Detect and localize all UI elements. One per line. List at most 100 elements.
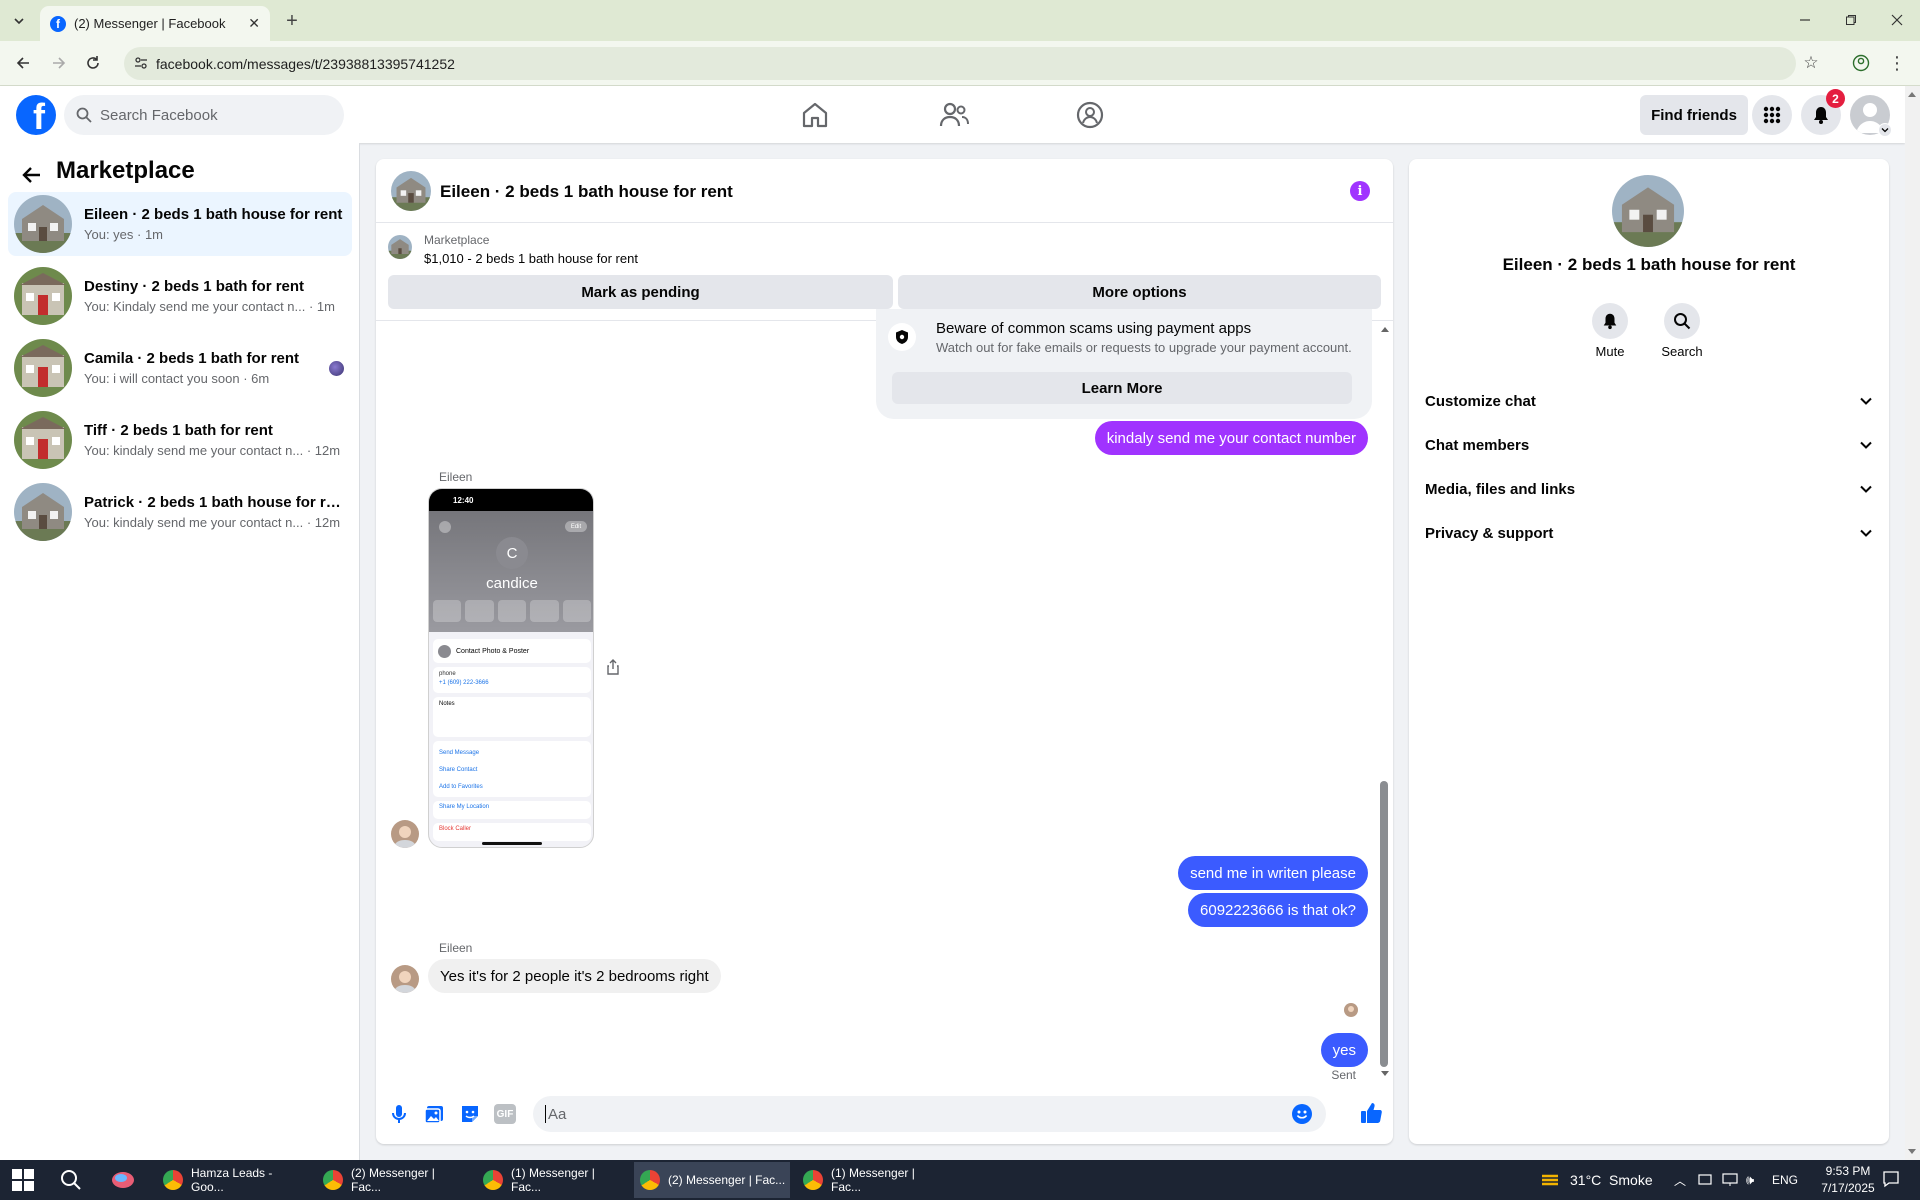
sender-name: Eileen <box>439 470 473 484</box>
url-text: facebook.com/messages/t/2393881339574125… <box>156 55 455 72</box>
notification-count-badge: 2 <box>1826 89 1845 108</box>
notification-center-icon[interactable] <box>1882 1170 1900 1188</box>
learn-more-button[interactable]: Learn More <box>892 372 1352 404</box>
conversation-item-destiny[interactable]: Destiny · 2 beds 1 bath for rent You: Ki… <box>8 264 352 328</box>
taskbar-search-icon[interactable] <box>60 1169 82 1191</box>
restore-icon[interactable] <box>1836 8 1866 32</box>
find-friends-button[interactable]: Find friends <box>1640 95 1748 135</box>
media-files-links-section[interactable]: Media, files and links <box>1425 469 1873 509</box>
chat-details-panel: Eileen · 2 beds 1 bath house for rent Mu… <box>1409 159 1889 1144</box>
message-input[interactable]: Aa <box>533 1096 1326 1132</box>
contact-screenshot-image[interactable]: 12:40 Edit C candice Contact Photo & Pos… <box>428 488 594 848</box>
message-bubble-received[interactable]: Yes it's for 2 people it's 2 bedrooms ri… <box>428 959 721 993</box>
like-thumb-icon[interactable] <box>1359 1101 1383 1125</box>
message-bubble-sent[interactable]: yes <box>1320 1033 1368 1067</box>
mark-as-pending-button[interactable]: Mark as pending <box>388 275 893 309</box>
tray-device-icon[interactable] <box>1698 1173 1712 1187</box>
page-scrollbar[interactable] <box>1905 86 1920 1160</box>
chat-panel: Eileen · 2 beds 1 bath house for rent i … <box>376 159 1393 1144</box>
taskbar-item-active[interactable]: (2) Messenger | Fac... <box>634 1162 790 1198</box>
back-icon[interactable] <box>10 50 36 76</box>
weather-icon[interactable] <box>1540 1170 1560 1190</box>
site-info-icon[interactable] <box>134 56 148 70</box>
taskbar-item[interactable]: Hamza Leads - Goo... <box>157 1162 307 1198</box>
menu-grid-icon[interactable] <box>1752 95 1792 135</box>
taskbar-item[interactable]: (1) Messenger | Fac... <box>797 1162 947 1198</box>
browser-tab-active[interactable]: f (2) Messenger | Facebook ✕ <box>40 6 270 41</box>
more-options-button[interactable]: More options <box>898 275 1381 309</box>
taskbar-item[interactable]: (2) Messenger | Fac... <box>317 1162 467 1198</box>
facebook-logo-icon[interactable]: f <box>16 95 56 135</box>
tab-title: (2) Messenger | Facebook <box>74 16 226 31</box>
conversation-title: Camila · 2 beds 1 bath for rent <box>84 350 300 367</box>
address-bar[interactable]: facebook.com/messages/t/2393881339574125… <box>124 47 1796 80</box>
notes-label: Notes <box>433 697 591 737</box>
taskbar-item[interactable]: (1) Messenger | Fac... <box>477 1162 627 1198</box>
conversation-item-camila[interactable]: Camila · 2 beds 1 bath for rent You: i w… <box>8 336 352 400</box>
friends-icon[interactable] <box>938 100 970 130</box>
share-icon[interactable] <box>606 659 620 675</box>
conversation-title: Tiff · 2 beds 1 bath for rent <box>84 422 273 439</box>
profile-icon[interactable] <box>1848 50 1874 76</box>
language-indicator[interactable]: ENG <box>1772 1173 1798 1187</box>
network-icon[interactable] <box>1722 1173 1738 1187</box>
tray-chevron-icon[interactable]: ︿ <box>1674 1172 1686 1189</box>
sticker-icon[interactable] <box>459 1103 481 1125</box>
privacy-support-section[interactable]: Privacy & support <box>1425 513 1873 553</box>
chrome-icon <box>803 1170 823 1190</box>
conversation-title: Patrick · 2 beds 1 bath house for re... <box>84 494 344 511</box>
tab-close-icon[interactable]: ✕ <box>248 15 260 32</box>
gif-icon[interactable]: GIF <box>494 1104 516 1124</box>
share-contact-label: Share Contact <box>439 767 478 773</box>
facebook-search-input[interactable]: Search Facebook <box>64 95 344 135</box>
windows-start-icon[interactable] <box>12 1169 34 1191</box>
chat-listing-avatar[interactable] <box>391 171 431 211</box>
minimize-icon[interactable] <box>1790 8 1820 32</box>
chat-title[interactable]: Eileen · 2 beds 1 bath house for rent <box>440 182 733 202</box>
message-scrollbar[interactable] <box>1378 321 1390 1081</box>
chat-members-section[interactable]: Chat members <box>1425 425 1873 465</box>
new-tab-icon[interactable]: + <box>280 10 304 32</box>
sender-avatar[interactable] <box>391 820 419 848</box>
seen-avatar <box>329 361 344 376</box>
conversation-item-tiff[interactable]: Tiff · 2 beds 1 bath for rent You: kinda… <box>8 408 352 472</box>
taskbar-app-icon[interactable] <box>110 1168 136 1192</box>
browser-tabstrip: f (2) Messenger | Facebook ✕ + <box>0 0 1920 41</box>
chrome-menu-icon[interactable]: ⋮ <box>1884 50 1910 76</box>
contact-poster-label: Contact Photo & Poster <box>456 647 530 655</box>
details-avatar[interactable] <box>1612 175 1684 247</box>
forward-icon[interactable] <box>46 50 72 76</box>
volume-icon[interactable]: 🕪 <box>1746 1172 1754 1188</box>
groups-icon[interactable] <box>1075 100 1105 130</box>
photo-icon[interactable] <box>423 1103 445 1125</box>
section-label: Media, files and links <box>1425 480 1576 498</box>
listing-thumbnail <box>14 339 72 397</box>
mute-bell-icon[interactable] <box>1592 303 1628 339</box>
listing-detail[interactable]: $1,010 - 2 beds 1 bath house for rent <box>424 251 638 266</box>
account-chevron-icon[interactable] <box>1878 123 1892 137</box>
weather-text[interactable]: 31°C Smoke <box>1570 1172 1653 1188</box>
window-close-icon[interactable] <box>1882 8 1912 32</box>
reload-icon[interactable] <box>80 50 106 76</box>
clock[interactable]: 9:53 PM 7/17/2025 <box>1808 1163 1888 1197</box>
section-label: Customize chat <box>1425 392 1536 410</box>
tab-list-icon[interactable] <box>8 10 30 32</box>
sent-status-label: Sent <box>1331 1068 1356 1082</box>
back-arrow-icon[interactable] <box>20 163 44 187</box>
message-bubble-sent[interactable]: send me in writen please <box>1178 856 1368 890</box>
emoji-icon[interactable] <box>1292 1104 1312 1124</box>
block-caller-label: Block Caller <box>433 823 591 841</box>
sender-avatar[interactable] <box>391 965 419 993</box>
conversation-item-patrick[interactable]: Patrick · 2 beds 1 bath house for re... … <box>8 480 352 544</box>
chrome-icon <box>163 1170 183 1190</box>
conversation-item-eileen[interactable]: Eileen · 2 beds 1 bath house for rent Yo… <box>8 192 352 256</box>
info-icon[interactable]: i <box>1350 181 1370 201</box>
microphone-icon[interactable] <box>388 1103 410 1125</box>
search-conversation-icon[interactable] <box>1664 303 1700 339</box>
home-icon[interactable] <box>800 100 830 130</box>
bookmark-star-icon[interactable]: ☆ <box>1798 50 1824 76</box>
message-bubble-sent[interactable]: kindaly send me your contact number <box>1094 421 1368 455</box>
message-bubble-sent[interactable]: 6092223666 is that ok? <box>1188 893 1368 927</box>
customize-chat-section[interactable]: Customize chat <box>1425 381 1873 421</box>
shield-icon <box>888 323 916 351</box>
